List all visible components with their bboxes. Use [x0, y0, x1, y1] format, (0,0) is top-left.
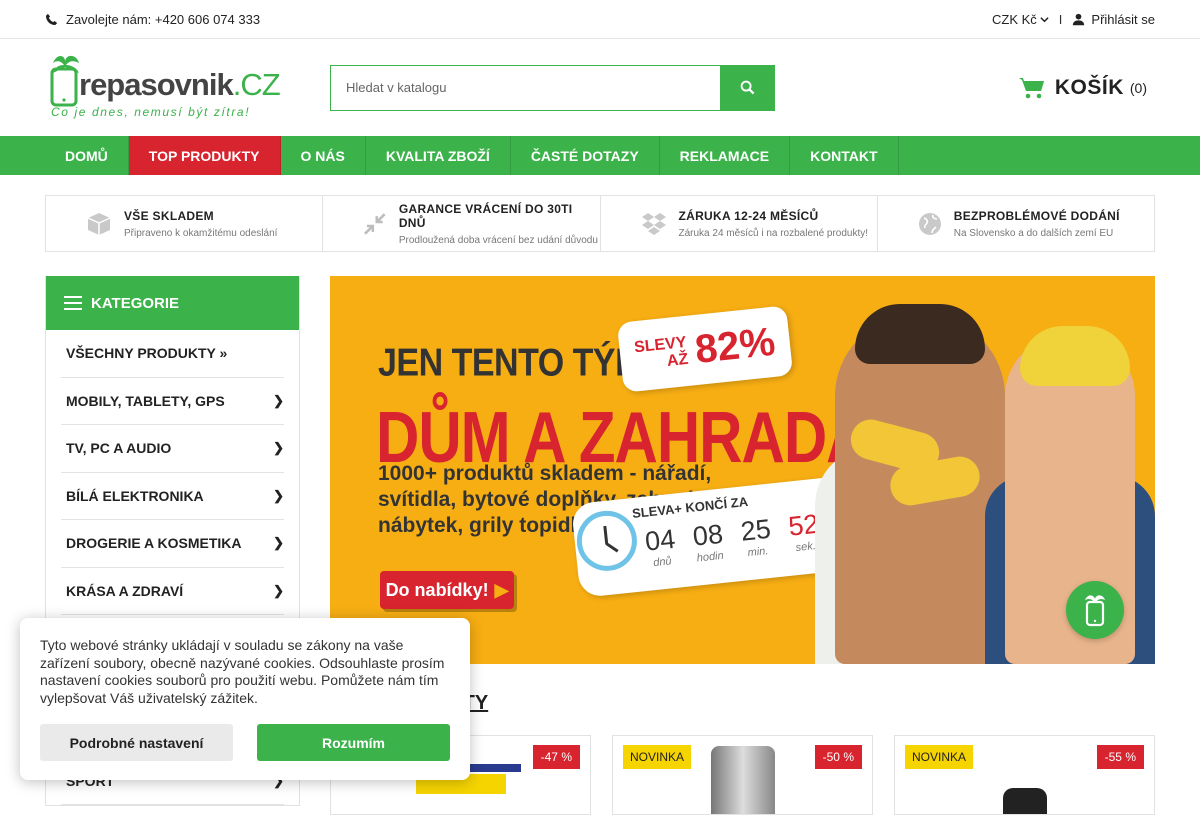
category-header[interactable]: KATEGORIE: [46, 276, 299, 330]
phone-contact[interactable]: Zavolejte nám: +420 606 074 333: [45, 12, 260, 27]
main-nav: DOMŮ TOP PRODUKTY O NÁS KVALITA ZBOŽÍ ČA…: [0, 136, 1200, 175]
category-item-tv-pc[interactable]: TV, PC A AUDIO ❯: [61, 425, 284, 473]
nav-item-complaints[interactable]: REKLAMACE: [660, 136, 791, 175]
discount-badge: -50 %: [814, 745, 862, 769]
product-card[interactable]: NOVINKA -50 %: [612, 735, 873, 815]
category-label: VŠECHNY PRODUKTY »: [66, 345, 228, 362]
top-bar: Zavolejte nám: +420 606 074 333 CZK Kč I…: [0, 0, 1200, 39]
cookie-consent-dialog: Tyto webové stránky ukládají v souladu s…: [20, 618, 470, 780]
novinka-badge: NOVINKA: [623, 745, 692, 769]
category-label: BÍLÁ ELEKTRONIKA: [66, 487, 204, 504]
login-label: Přihlásit se: [1091, 11, 1155, 27]
category-item-all[interactable]: VŠECHNY PRODUKTY »: [61, 330, 284, 378]
play-arrow-icon: ▶: [494, 579, 509, 600]
search-bar: [330, 64, 775, 111]
category-label: DROGERIE A KOSMETIKA: [66, 535, 242, 552]
discount-badge: SLEVY AŽ 82%: [616, 305, 794, 393]
product-thumbnail: [1002, 788, 1047, 814]
nav-item-top-products[interactable]: TOP PRODUKTY: [128, 136, 281, 175]
search-icon: [740, 80, 755, 95]
logo-phone-palm-icon: [50, 55, 79, 106]
cookie-text: Tyto webové stránky ukládají v souladu s…: [40, 637, 445, 706]
dropbox-icon: [641, 212, 666, 235]
banner-cta-button[interactable]: Do nabídky! ▶: [380, 571, 514, 609]
badge-percent: 82%: [692, 319, 778, 372]
timer-minutes-unit: min.: [747, 545, 769, 560]
timer-minutes: 25: [739, 513, 773, 547]
currency-label: CZK Kč: [992, 11, 1037, 27]
chevron-right-icon: ❯: [273, 535, 284, 551]
phone-palm-icon: [1085, 595, 1105, 627]
usp-delivery: BEZPROBLÉMOVÉ DODÁNÍ Na Slovensko a do da…: [878, 196, 1154, 251]
currency-select[interactable]: CZK Kč: [992, 12, 1049, 27]
usp-warranty: ZÁRUKA 12-24 MĚSÍCŮ Záruka 24 měsíců i na…: [601, 196, 878, 251]
banner-cta-label: Do nabídky!: [385, 579, 489, 600]
category-item-drugstore[interactable]: DROGERIE A KOSMETIKA ❯: [61, 520, 284, 568]
chevron-right-icon: ❯: [273, 440, 284, 456]
usp-subtitle: Připraveno k okamžitému odeslání: [124, 227, 278, 239]
product-card[interactable]: NOVINKA -55 %: [894, 735, 1155, 815]
usp-title: GARANCE VRÁCENÍ DO 30TI DNŮ: [398, 201, 573, 230]
logo[interactable]: repasovnik.CZ Co je dnes, nemusí být zít…: [49, 53, 281, 123]
category-item-white-electronics[interactable]: BÍLÁ ELEKTRONIKA ❯: [61, 473, 284, 520]
usp-title: VŠE SKLADEM: [124, 208, 214, 223]
nav-item-contact[interactable]: KONTAKT: [790, 136, 899, 175]
chevron-right-icon: ❯: [273, 487, 284, 503]
separator: I: [1058, 11, 1063, 27]
logo-name: repasovnik: [79, 66, 234, 102]
chevron-right-icon: ❯: [273, 582, 284, 598]
hamburger-icon: [64, 296, 82, 310]
usp-bar: VŠE SKLADEM Připraveno k okamžitému odesl…: [0, 195, 1200, 252]
logo-slogan: Co je dnes, nemusí být zítra!: [51, 104, 251, 119]
nav-item-home[interactable]: DOMŮ: [45, 136, 129, 175]
globe-icon: [918, 212, 941, 235]
usp-subtitle: Záruka 24 měsíců i na rozbalené produkty…: [678, 227, 869, 239]
cart-count: (0): [1129, 79, 1147, 96]
compress-icon: [364, 212, 386, 235]
nav-item-about[interactable]: O NÁS: [281, 136, 366, 175]
category-label: MOBILY, TABLETY, GPS: [66, 392, 225, 409]
floating-repasovnik-button[interactable]: [1066, 581, 1124, 639]
promo-banner[interactable]: JEN TENTO TÝDEN DŮM A ZAHRADA 1000+ prod…: [330, 276, 1155, 664]
clock-icon: [573, 507, 640, 574]
search-button[interactable]: [720, 64, 775, 111]
novinka-badge: NOVINKA: [905, 745, 974, 769]
discount-badge: -47 %: [532, 745, 580, 769]
header: repasovnik.CZ Co je dnes, nemusí být zít…: [0, 39, 1200, 136]
usp-stock: VŠE SKLADEM Připraveno k okamžitému odesl…: [46, 196, 324, 251]
category-title: KATEGORIE: [91, 294, 180, 312]
cart-icon: [1018, 77, 1044, 98]
usp-subtitle: Prodloužená doba vrácení bez udání důvod…: [398, 234, 598, 246]
timer-hours-unit: hodin: [696, 549, 725, 565]
phone-text: Zavolejte nám: +420 606 074 333: [66, 11, 261, 27]
usp-returns: GARANCE VRÁCENÍ DO 30TI DNŮ Prodloužená d…: [323, 196, 601, 251]
cookie-settings-button[interactable]: Podrobné nastavení: [40, 724, 233, 761]
category-label: TV, PC A AUDIO: [66, 440, 172, 457]
usp-title: BEZPROBLÉMOVÉ DODÁNÍ: [953, 208, 1120, 223]
usp-title: ZÁRUKA 12-24 MĚSÍCŮ: [678, 208, 819, 223]
product-thumbnail: [710, 746, 775, 814]
user-icon: [1073, 13, 1085, 25]
search-input[interactable]: [330, 64, 720, 111]
category-item-beauty-health[interactable]: KRÁSA A ZDRAVÍ ❯: [61, 568, 284, 615]
usp-subtitle: Na Slovensko a do dalších zemí EU: [953, 227, 1114, 239]
login-link[interactable]: Přihlásit se: [1072, 12, 1155, 27]
category-item-mobiles[interactable]: MOBILY, TABLETY, GPS ❯: [61, 378, 284, 425]
chevron-right-icon: ❯: [273, 392, 284, 408]
cookie-accept-button[interactable]: Rozumím: [257, 724, 450, 761]
logo-tld: .CZ: [232, 66, 281, 102]
nav-item-quality[interactable]: KVALITA ZBOŽÍ: [366, 136, 511, 175]
cart-label: KOŠÍK: [1054, 75, 1124, 99]
nav-item-faq[interactable]: ČASTÉ DOTAZY: [511, 136, 660, 175]
chevron-down-icon: [1040, 16, 1049, 22]
category-label: KRÁSA A ZDRAVÍ: [66, 582, 184, 599]
timer-days: 04: [643, 523, 677, 557]
phone-icon: [45, 13, 58, 26]
box-icon: [87, 212, 111, 235]
discount-badge: -55 %: [1096, 745, 1144, 769]
timer-hours: 08: [691, 518, 725, 552]
cart-button[interactable]: KOŠÍK (0): [1018, 75, 1147, 100]
logo-text: repasovnik.CZ: [79, 66, 281, 103]
